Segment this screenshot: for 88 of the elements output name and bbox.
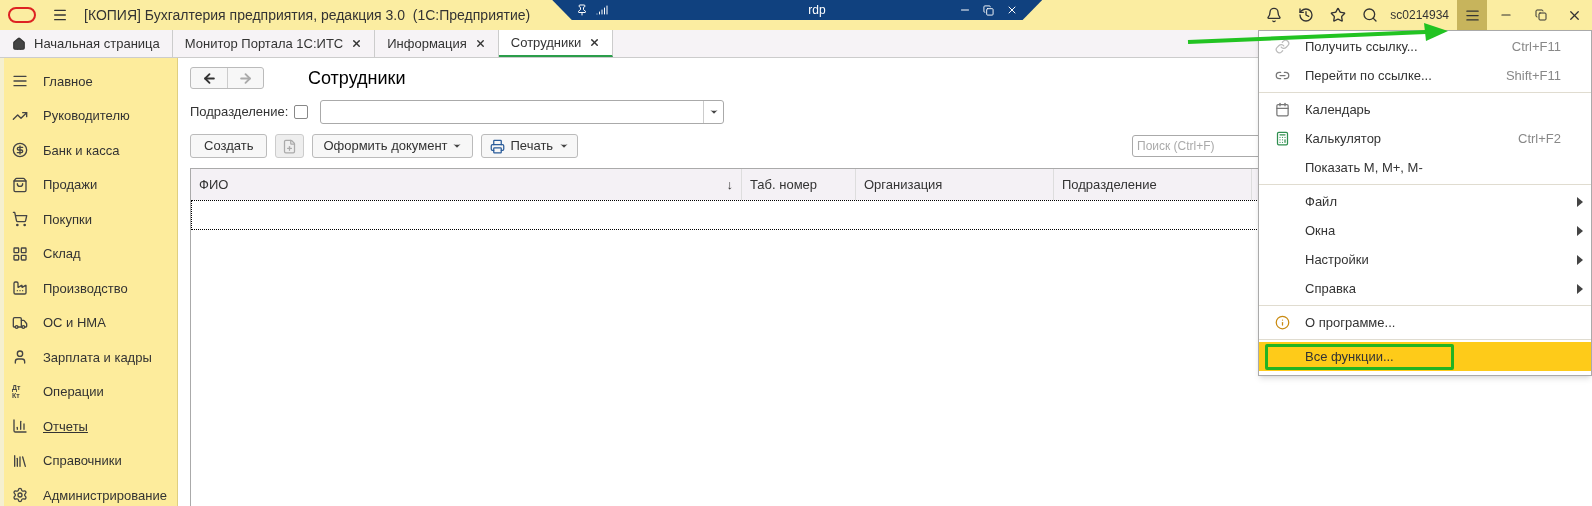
sidebar-item[interactable]: Покупки (4, 202, 177, 237)
restore-icon[interactable] (1535, 9, 1547, 21)
print-button[interactable]: Печать (480, 134, 579, 158)
tab[interactable]: Сотрудники (498, 30, 614, 57)
restore-icon[interactable] (983, 4, 995, 16)
notification-icon[interactable] (1266, 7, 1283, 23)
tab-label: Начальная страница (34, 34, 160, 53)
factory-icon (12, 280, 28, 297)
column-header[interactable]: Подразделение (1054, 169, 1252, 200)
shortcut-label: Shift+F11 (1505, 66, 1561, 85)
sidebar-item[interactable]: Продажи (4, 167, 177, 202)
logo-icon (8, 7, 36, 23)
tab-label: Монитор Портала 1С:ИТС (184, 34, 344, 53)
search-icon[interactable] (1362, 7, 1379, 23)
bag-icon (12, 176, 28, 193)
menu-item[interactable]: Справка (1259, 274, 1591, 303)
calculator-icon (1275, 131, 1290, 146)
menu-item[interactable]: Получить ссылку... Ctrl+F11 (1259, 32, 1591, 61)
file-plus-icon (282, 138, 298, 154)
submenu-arrow-icon (1577, 254, 1583, 265)
user-name[interactable]: sc0214934 (1390, 6, 1449, 24)
close-icon[interactable] (474, 38, 486, 49)
submenu-arrow-icon (1577, 196, 1583, 207)
sidebar-item[interactable]: Отчеты (4, 409, 177, 444)
calendar-icon (1275, 102, 1290, 117)
pin-icon[interactable] (576, 4, 589, 16)
submenu-arrow-icon (1577, 283, 1583, 294)
sidebar-item[interactable]: Склад (4, 236, 177, 271)
filter-checkbox[interactable] (294, 105, 309, 119)
menu-item[interactable]: Файл (1259, 187, 1591, 216)
remote-label: rdp (808, 2, 826, 19)
bar-chart-icon (12, 418, 28, 435)
sidebar-item[interactable]: ОС и НМА (4, 305, 177, 340)
sidebar-item[interactable]: Банк и касса (4, 133, 177, 168)
cart-icon (12, 211, 28, 228)
column-header[interactable]: Таб. номер (742, 169, 856, 200)
dropdown-icon (708, 107, 719, 117)
sidebar-item[interactable]: Зарплата и кадры (4, 340, 177, 375)
tab[interactable]: Информация (375, 30, 499, 57)
books-icon (12, 452, 28, 469)
document-dropdown-button[interactable]: Оформить документ (312, 134, 473, 158)
link-icon (1275, 39, 1290, 54)
menu-item[interactable]: Перейти по ссылке... Shift+F11 (1259, 61, 1591, 90)
menu-item[interactable]: Окна (1259, 216, 1591, 245)
menu-item[interactable]: Показать M, M+, M- (1259, 153, 1591, 182)
grid-icon (12, 245, 28, 262)
tab-label: Сотрудники (510, 33, 582, 52)
main-menu-button[interactable] (1457, 0, 1487, 30)
close-icon[interactable] (351, 38, 363, 49)
menu-icon (1464, 7, 1480, 23)
window-title: [КОПИЯ] Бухгалтерия предприятия, редакция 3.0 (1С:Предприятие) (84, 5, 531, 25)
form-title: Сотрудники (308, 66, 406, 90)
department-field[interactable] (320, 100, 725, 124)
printer-icon (489, 138, 505, 154)
home-icon (12, 36, 26, 51)
menu-item[interactable]: Все функции... (1259, 342, 1591, 371)
caret-icon (559, 141, 570, 151)
menu-item[interactable]: Калькулятор Ctrl+F2 (1259, 124, 1591, 153)
menu-item[interactable]: О программе... (1259, 308, 1591, 337)
menu-item[interactable]: Настройки (1259, 245, 1591, 274)
star-icon[interactable] (1330, 7, 1347, 23)
tab[interactable]: Начальная страница (0, 30, 173, 57)
menu-item[interactable]: Календарь (1259, 95, 1591, 124)
person-icon (12, 349, 28, 366)
history-icon[interactable] (1298, 7, 1315, 23)
sort-arrow: ↓ (726, 175, 733, 194)
coin-icon (12, 142, 28, 159)
close-icon[interactable] (589, 37, 601, 48)
sidebar-item[interactable]: Руководителю (4, 98, 177, 133)
tab-label: Информация (387, 34, 467, 53)
submenu-arrow-icon (1577, 225, 1583, 236)
sidebar-item[interactable]: Производство (4, 271, 177, 306)
column-header[interactable]: ФИО ↓ (191, 169, 742, 200)
shortcut-label: Ctrl+F2 (1518, 129, 1561, 148)
info-icon (1275, 315, 1290, 330)
column-header[interactable]: Организация (856, 169, 1054, 200)
truck-icon (12, 314, 28, 331)
sidebar-item[interactable]: Справочники (4, 443, 177, 478)
sidebar-item[interactable]: Администрирование (4, 478, 177, 506)
filter-label: Подразделение: (190, 103, 289, 122)
signal-icon (596, 4, 609, 16)
right-arrow-icon (238, 70, 253, 86)
create-button[interactable]: Создать (190, 134, 268, 158)
sidebar-item[interactable]: Главное (4, 64, 177, 99)
shortcut-label: Ctrl+F11 (1511, 37, 1561, 56)
gear-icon (12, 487, 28, 504)
caret-icon (451, 141, 462, 151)
tab[interactable]: Монитор Портала 1С:ИТС (172, 30, 376, 57)
